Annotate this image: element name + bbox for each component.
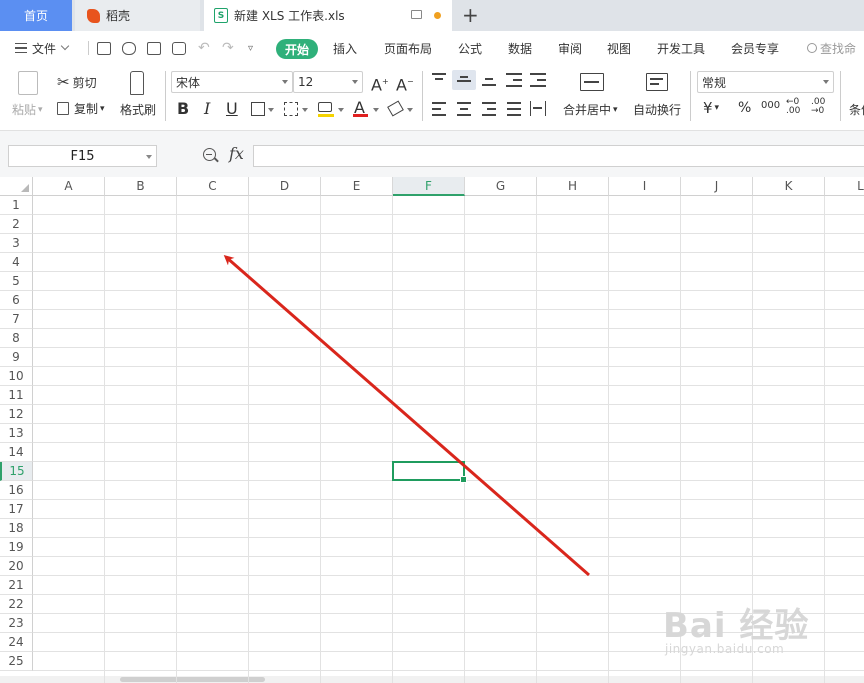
annotation-arrow (223, 255, 590, 577)
watermark-sub: jingyan.baidu.com (665, 642, 785, 656)
baidu-watermark: Bai 经验 jingyan.baidu.com (663, 590, 823, 662)
watermark-main: Bai 经验 (663, 606, 810, 646)
